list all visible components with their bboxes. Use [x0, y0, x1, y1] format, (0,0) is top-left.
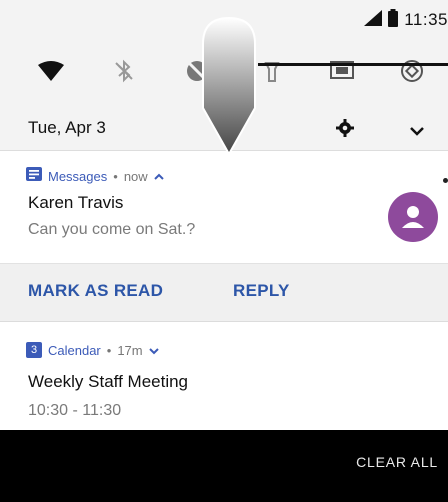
- clear-all-button[interactable]: CLEAR ALL: [356, 454, 438, 470]
- notification-body: Can you come on Sat.?: [28, 221, 196, 238]
- calendar-app-icon: 3: [26, 342, 42, 358]
- chevron-down-icon[interactable]: [410, 123, 424, 141]
- calendar-notification[interactable]: 3 Calendar • 17m Weekly Staff Meeting 10…: [0, 322, 448, 430]
- notification-app-row: Messages • now: [26, 167, 164, 186]
- rotate-icon[interactable]: [395, 54, 429, 88]
- bluetooth-off-icon[interactable]: [107, 54, 141, 88]
- notification-title: Weekly Staff Meeting: [28, 372, 189, 391]
- notification-app-name: Messages: [48, 169, 108, 184]
- separator: •: [106, 342, 112, 358]
- wifi-icon[interactable]: [34, 54, 68, 88]
- drag-handle-line: [258, 63, 448, 66]
- notification-app-row: 3 Calendar • 17m: [26, 342, 159, 358]
- notification-body: 10:30 - 11:30: [28, 402, 122, 419]
- notification-app-name: Calendar: [48, 342, 101, 358]
- gear-icon[interactable]: [336, 119, 354, 142]
- battery-icon: [388, 8, 399, 32]
- swipe-down-arrow-icon: [201, 16, 257, 157]
- notification-title: Karen Travis: [28, 193, 124, 212]
- reply-button[interactable]: REPLY: [233, 281, 290, 301]
- mark-as-read-button[interactable]: MARK AS READ: [28, 281, 163, 301]
- notification-time: now: [123, 169, 148, 184]
- notification-actions: MARK AS READ REPLY: [0, 263, 448, 322]
- separator: •: [113, 169, 118, 184]
- flashlight-icon[interactable]: [255, 54, 289, 88]
- cast-icon[interactable]: [325, 54, 359, 88]
- signal-icon: [364, 9, 383, 31]
- overflow-dot: [443, 178, 448, 183]
- status-icons: 11:35: [364, 8, 448, 32]
- notification-time: 17m: [117, 342, 143, 358]
- avatar: [388, 192, 438, 242]
- chevron-up-icon[interactable]: [153, 169, 164, 184]
- chevron-down-icon[interactable]: [148, 343, 159, 358]
- messages-app-icon: [26, 167, 42, 186]
- messages-notification[interactable]: Messages • now Karen Travis Can you come…: [0, 151, 448, 263]
- status-time: 11:35: [404, 10, 448, 29]
- date-label: Tue, Apr 3: [28, 118, 106, 137]
